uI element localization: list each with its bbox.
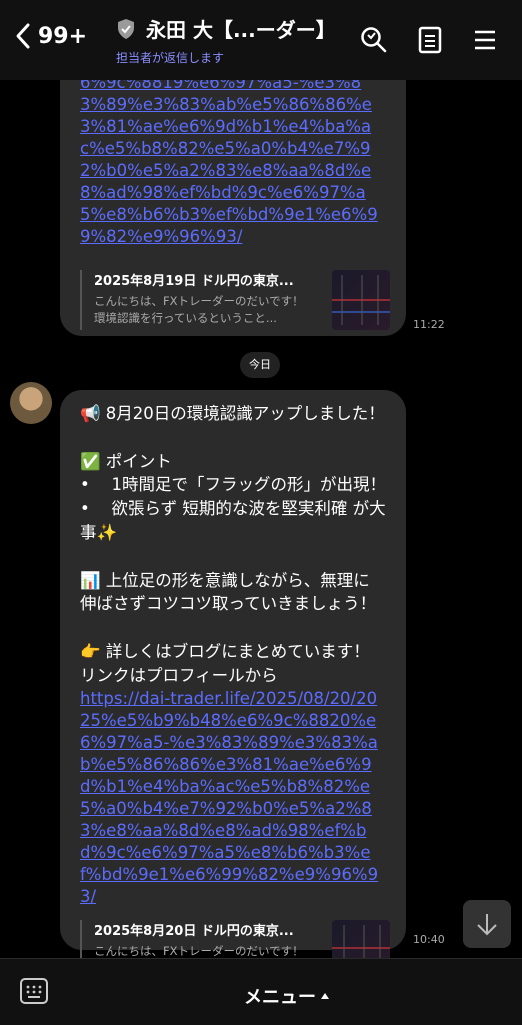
message-link[interactable]: https://dai-trader.life/2025/08/20/2025%…	[80, 688, 386, 908]
unread-count: 99+	[38, 23, 88, 49]
date-separator: 今日	[240, 352, 280, 378]
keyboard-icon[interactable]	[19, 977, 49, 1005]
scroll-to-bottom-button[interactable]	[463, 900, 511, 948]
search-icon[interactable]	[360, 26, 388, 54]
chat-header: 99+ 永田 大【...ーダー】 担当者が返信します	[0, 0, 522, 80]
preview-thumbnail	[332, 270, 390, 330]
message-bubble: 2025/08/19/2025%e5%b9%b48%e6%9c%8819%e6%…	[60, 80, 406, 336]
preview-description: こんにちは、FXトレーダーのだいです！環境認識を行っているということ...	[94, 294, 304, 325]
chat-area[interactable]: 2025/08/19/2025%e5%b9%b48%e6%9c%8819%e6%…	[0, 80, 522, 958]
message-link[interactable]: 2025/08/19/2025%e5%b9%b48%e6%9c%8819%e6%…	[80, 80, 386, 260]
preview-title: 2025年8月20日 ドル円の東京...	[94, 923, 294, 939]
link-preview[interactable]: 2025年8月19日 ドル円の東京... こんにちは、FXトレーダーのだいです！…	[80, 270, 390, 330]
message-time: 11:22	[413, 318, 445, 331]
chat-subtitle: 担当者が返信します	[116, 51, 225, 65]
preview-description: こんにちは、FXトレーダーのだいです！環境認識を行っているということ...	[94, 943, 304, 958]
message-time: 10:40	[413, 933, 445, 946]
back-button[interactable]: 99+	[14, 22, 87, 50]
preview-thumbnail	[332, 919, 390, 958]
menu-button[interactable]: メニュー	[244, 983, 330, 1009]
caret-up-icon	[321, 993, 329, 999]
message-bubble: 📢 8月20日の環境認識アップしました！ ✅ ポイント • 1時間足で「フラッグ…	[60, 390, 406, 958]
link-preview[interactable]: 2025年8月20日 ドル円の東京... こんにちは、FXトレーダーのだいです！…	[80, 919, 390, 958]
message-text: 📢 8月20日の環境認識アップしました！ ✅ ポイント • 1時間足で「フラッグ…	[80, 404, 386, 685]
arrow-down-icon	[477, 914, 497, 936]
menu-icon[interactable]	[473, 26, 497, 54]
bottom-bar: メニュー	[0, 958, 522, 1025]
notes-icon[interactable]	[418, 26, 442, 54]
preview-title: 2025年8月19日 ドル円の東京...	[94, 274, 294, 289]
chat-title: 永田 大【...ーダー】	[146, 18, 336, 42]
menu-label: メニュー	[244, 987, 316, 1008]
chat-title-area[interactable]: 永田 大【...ーダー】 担当者が返信します	[116, 14, 336, 66]
shield-icon	[118, 18, 134, 39]
chevron-left-icon	[16, 23, 30, 49]
avatar[interactable]	[10, 382, 52, 424]
